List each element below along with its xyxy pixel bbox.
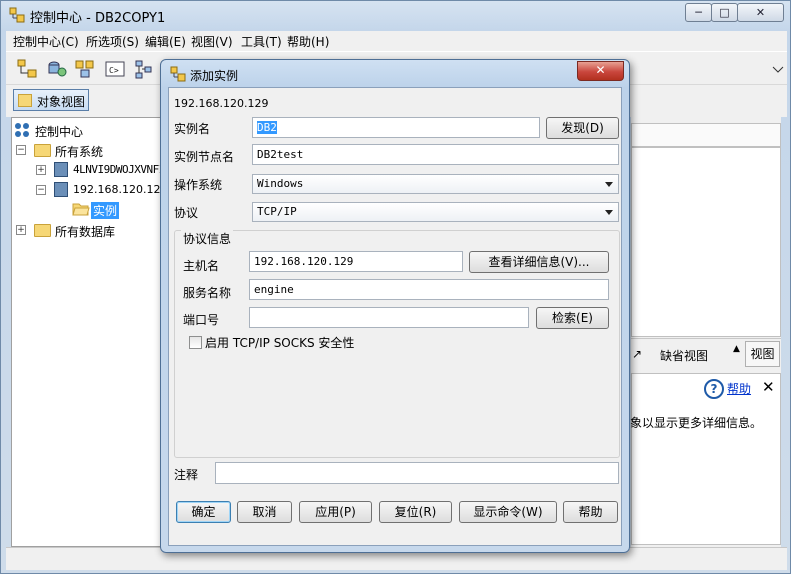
hostname-input[interactable]: 192.168.120.129 bbox=[249, 251, 463, 272]
open-folder-icon bbox=[72, 202, 90, 219]
object-view-label: 对象视图 bbox=[37, 95, 86, 109]
dialog-title: 添加实例 bbox=[190, 69, 239, 83]
details-info-text: 象以显示更多详细信息。 bbox=[630, 416, 763, 430]
tree-node-system-1[interactable]: + 4LNVI9DWOJXVNFI bbox=[14, 161, 165, 179]
collapse-icon[interactable]: − bbox=[36, 185, 46, 195]
command-editor-icon[interactable]: C> bbox=[103, 57, 127, 81]
apply-button[interactable]: 应用(P) bbox=[299, 501, 372, 523]
socks-checkbox-label: 启用 TCP/IP SOCKS 安全性 bbox=[205, 336, 355, 350]
window-title: 控制中心 - DB2COPY1 bbox=[30, 11, 166, 26]
minimize-button[interactable]: ─ bbox=[685, 3, 712, 22]
show-command-button[interactable]: 显示命令(W) bbox=[459, 501, 557, 523]
port-label: 端口号 bbox=[183, 313, 220, 327]
default-view-label[interactable]: 缺省视图 bbox=[660, 347, 708, 364]
help-icon[interactable]: ? bbox=[704, 379, 724, 399]
toolbar-overflow-icon[interactable] bbox=[766, 57, 790, 81]
maximize-button[interactable]: □ bbox=[711, 3, 738, 22]
tree-node-label: 控制中心 bbox=[35, 125, 84, 139]
dropdown-arrow-icon bbox=[605, 210, 613, 215]
minimize-icon: ─ bbox=[695, 6, 702, 19]
reset-button[interactable]: 复位(R) bbox=[379, 501, 452, 523]
navigation-tree: 控制中心 − 所有系统 + 4LNVI9DWOJXVNFI − 192.168.… bbox=[11, 117, 168, 547]
tree-node-system-2[interactable]: − 192.168.120.129 bbox=[14, 181, 168, 199]
service-label: 服务名称 bbox=[183, 286, 232, 300]
menu-control-center[interactable]: 控制中心(C) bbox=[13, 33, 79, 50]
computer-icon bbox=[54, 182, 68, 197]
tree-node-label: 实例 bbox=[91, 202, 120, 219]
folder-icon bbox=[34, 224, 51, 237]
tree-node-all-systems[interactable]: − 所有系统 bbox=[14, 141, 154, 159]
maximize-icon: □ bbox=[719, 6, 730, 19]
object-view-button[interactable]: 对象视图 bbox=[13, 89, 89, 111]
protocol-label: 协议 bbox=[174, 206, 199, 220]
menu-help[interactable]: 帮助(H) bbox=[287, 33, 329, 50]
dialog-app-icon bbox=[170, 66, 186, 85]
node-name-input[interactable]: DB2test bbox=[252, 144, 619, 165]
protocol-value: TCP/IP bbox=[257, 205, 297, 218]
menubar: 控制中心(C) 所选项(S) 编辑(E) 视图(V) 工具(T) 帮助(H) bbox=[6, 31, 787, 51]
satellite-admin-icon[interactable] bbox=[73, 57, 97, 81]
expand-icon[interactable]: + bbox=[16, 225, 26, 235]
system-tree-icon[interactable] bbox=[15, 57, 39, 81]
search-button[interactable]: 检索(E) bbox=[536, 307, 609, 329]
host-header: 192.168.120.129 bbox=[174, 97, 269, 110]
tree-node-label: 4LNVI9DWOJXVNFI bbox=[73, 163, 165, 176]
os-label: 操作系统 bbox=[174, 178, 223, 192]
collapse-icon[interactable]: − bbox=[16, 145, 26, 155]
dialog-body: 192.168.120.129 实例名 DB2 发现(D) 实例节点名 DB2t… bbox=[168, 87, 622, 546]
folder-icon bbox=[34, 144, 51, 157]
dialog-close-button[interactable]: ✕ bbox=[577, 61, 624, 81]
instance-name-value: DB2 bbox=[257, 121, 277, 134]
menu-selected[interactable]: 所选项(S) bbox=[86, 33, 139, 50]
up-arrow-icon[interactable]: ▲ bbox=[733, 344, 740, 354]
menu-tools[interactable]: 工具(T) bbox=[241, 33, 282, 50]
replication-center-icon[interactable] bbox=[45, 57, 69, 81]
node-name-label: 实例节点名 bbox=[174, 150, 235, 164]
view-selector-bar: ↗ 缺省视图 ▲ 视图 bbox=[631, 338, 781, 369]
contents-header bbox=[631, 123, 781, 147]
cancel-button[interactable]: 取消 bbox=[237, 501, 292, 523]
service-input[interactable]: engine bbox=[249, 279, 609, 300]
app-icon bbox=[9, 7, 25, 23]
details-pane: ? 帮助 ✕ 象以显示更多详细信息。 bbox=[630, 373, 781, 545]
tree-node-label: 所有系统 bbox=[55, 145, 104, 159]
discover-button[interactable]: 发现(D) bbox=[546, 117, 619, 139]
filter-icon[interactable]: ↗ bbox=[632, 347, 642, 361]
tree-node-label: 192.168.120.129 bbox=[73, 183, 168, 196]
comment-label: 注释 bbox=[174, 468, 199, 482]
hostname-label: 主机名 bbox=[183, 259, 220, 273]
object-view-icon bbox=[18, 94, 32, 107]
instance-name-input[interactable]: DB2 bbox=[252, 117, 540, 138]
socks-checkbox[interactable] bbox=[189, 336, 202, 349]
control-center-icon bbox=[14, 122, 30, 141]
view-button[interactable]: 视图 bbox=[745, 341, 780, 367]
expand-icon[interactable]: + bbox=[36, 165, 46, 175]
computer-icon bbox=[54, 162, 68, 177]
close-details-icon[interactable]: ✕ bbox=[762, 378, 775, 396]
close-icon: ✕ bbox=[595, 63, 606, 77]
instance-name-label: 实例名 bbox=[174, 122, 211, 136]
comment-input[interactable] bbox=[215, 462, 619, 484]
svg-text:C>: C> bbox=[109, 66, 119, 75]
task-center-icon[interactable] bbox=[132, 57, 156, 81]
protocol-select[interactable]: TCP/IP bbox=[252, 202, 619, 222]
close-icon: ✕ bbox=[755, 6, 766, 19]
close-button[interactable]: ✕ bbox=[737, 3, 784, 22]
port-input[interactable] bbox=[249, 307, 529, 328]
add-instance-dialog: 添加实例 ✕ 192.168.120.129 实例名 DB2 发现(D) 实例节… bbox=[160, 59, 630, 553]
help-link[interactable]: 帮助 bbox=[727, 380, 751, 397]
help-button[interactable]: 帮助 bbox=[563, 501, 618, 523]
protocol-info-title: 协议信息 bbox=[181, 230, 234, 247]
contents-pane: ↗ 缺省视图 ▲ 视图 ? 帮助 ✕ 象以显示更多详细信息。 bbox=[630, 117, 781, 547]
os-select[interactable]: Windows bbox=[252, 174, 619, 194]
menu-view[interactable]: 视图(V) bbox=[191, 33, 233, 50]
contents-list bbox=[631, 147, 781, 337]
view-details-button[interactable]: 查看详细信息(V)... bbox=[469, 251, 609, 273]
ok-button[interactable]: 确定 bbox=[176, 501, 231, 523]
dropdown-arrow-icon bbox=[605, 182, 613, 187]
tree-node-label: 所有数据库 bbox=[55, 225, 116, 239]
menu-edit[interactable]: 编辑(E) bbox=[145, 33, 186, 50]
os-value: Windows bbox=[257, 177, 304, 190]
